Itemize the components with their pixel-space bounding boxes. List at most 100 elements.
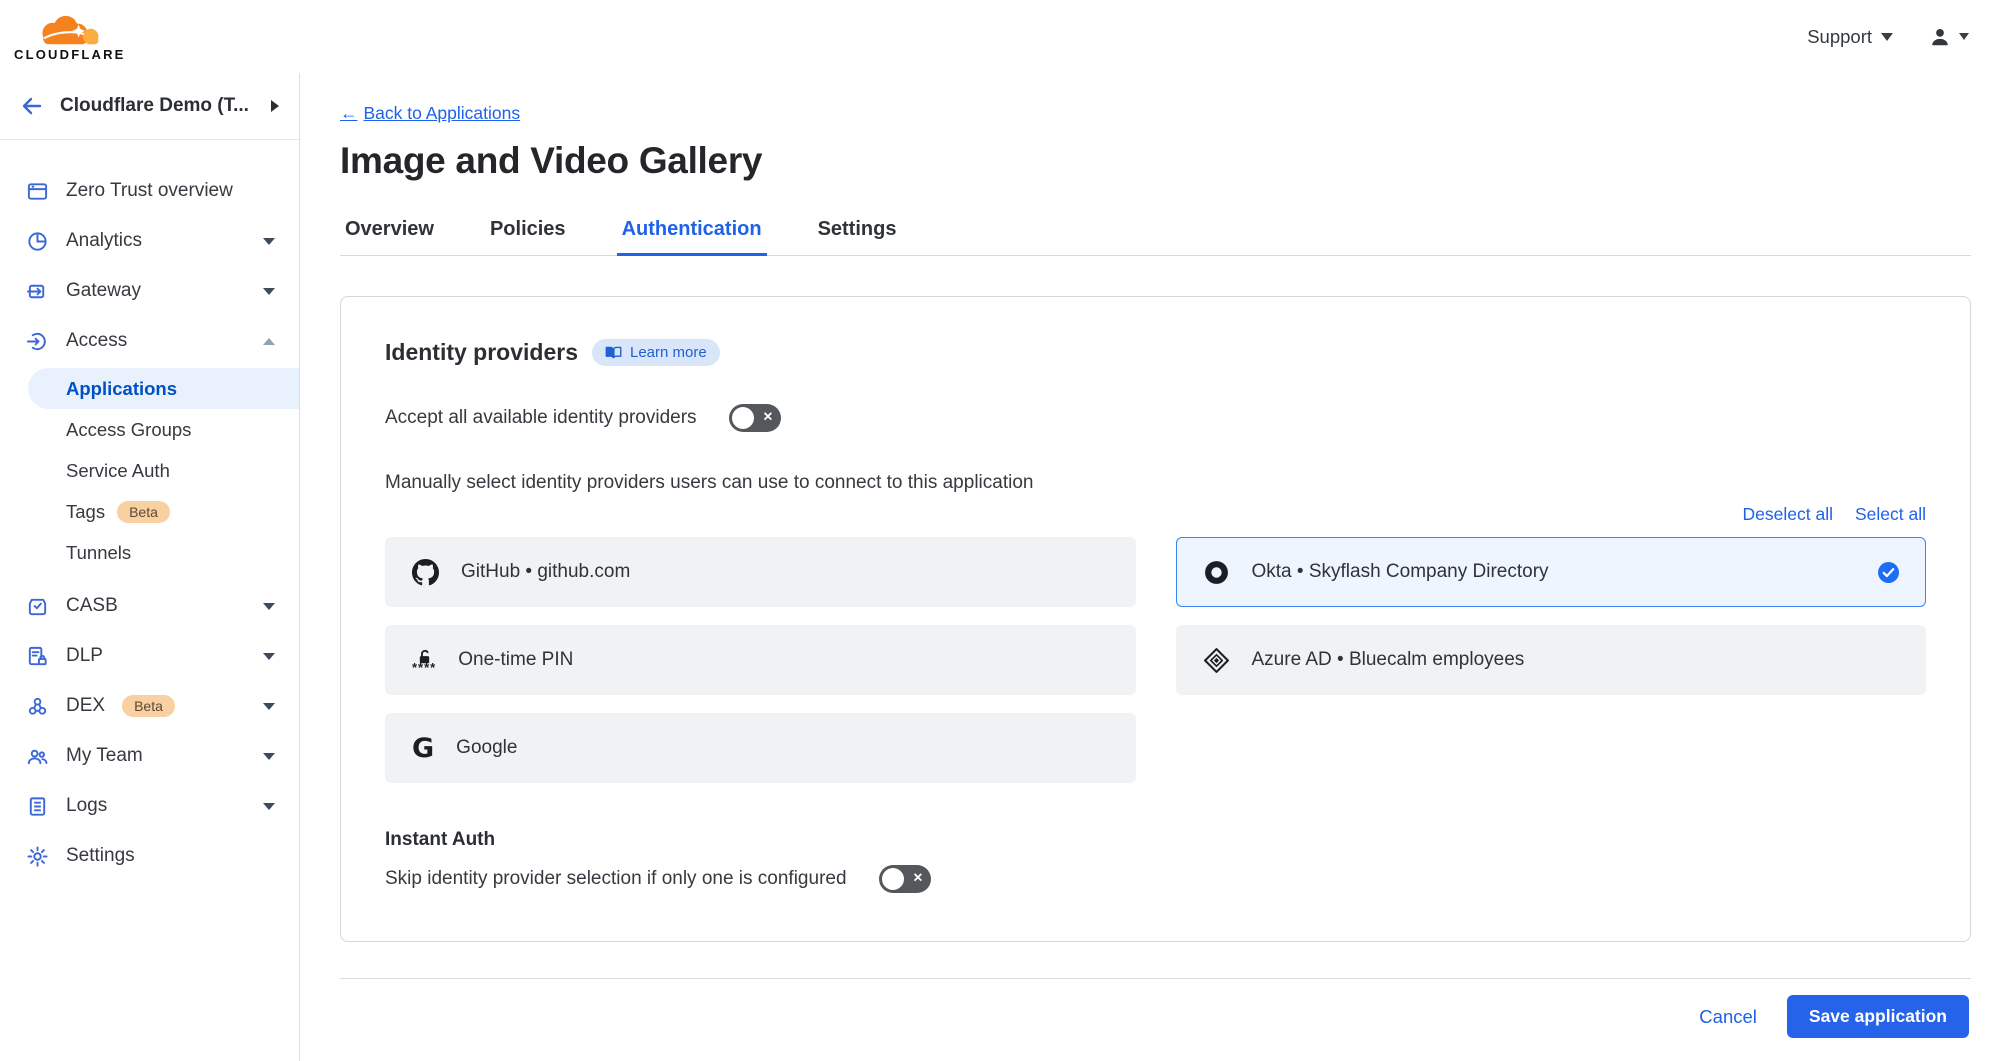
sidebar-item-my-team[interactable]: My Team	[0, 731, 299, 781]
sidebar-item-label: CASB	[66, 595, 118, 617]
tab-authentication[interactable]: Authentication	[617, 208, 767, 256]
sidebar-item-label: Tags	[66, 501, 105, 523]
sidebar-item-applications[interactable]: Applications	[28, 368, 299, 409]
toggle-knob	[732, 407, 754, 429]
gear-icon	[26, 845, 49, 868]
sidebar-item-zero-trust-overview[interactable]: Zero Trust overview	[0, 166, 299, 216]
deselect-all-link[interactable]: Deselect all	[1743, 504, 1833, 525]
sidebar-item-gateway[interactable]: Gateway	[0, 266, 299, 316]
chevron-down-icon	[1881, 33, 1893, 41]
sidebar-item-label: Tunnels	[66, 542, 131, 564]
provider-tile-okta[interactable]: Okta • Skyflash Company Directory	[1176, 537, 1927, 607]
people-icon	[26, 745, 49, 768]
identity-providers-card: Identity providers Learn more Accept all…	[340, 296, 1971, 942]
sidebar-item-tunnels[interactable]: Tunnels	[0, 532, 299, 573]
learn-more-badge[interactable]: Learn more	[592, 339, 720, 366]
azure-ad-icon	[1203, 647, 1230, 674]
instant-auth-toggle[interactable]: ×	[879, 865, 931, 893]
user-menu[interactable]	[1929, 26, 1969, 48]
sidebar-item-label: Access Groups	[66, 419, 191, 441]
provider-name: Google	[456, 737, 517, 759]
support-menu[interactable]: Support	[1807, 26, 1893, 48]
sidebar-item-label: Logs	[66, 795, 107, 817]
sidebar-item-service-auth[interactable]: Service Auth	[0, 450, 299, 491]
sidebar-item-label: Zero Trust overview	[66, 180, 233, 202]
chevron-down-icon	[263, 753, 275, 760]
beta-badge: Beta	[122, 695, 175, 717]
network-cluster-icon	[26, 695, 49, 718]
page-title: Image and Video Gallery	[340, 140, 1971, 182]
top-bar: CLOUDFLARE Support	[0, 0, 1999, 73]
card-title: Identity providers	[385, 339, 578, 366]
brand-wordmark: CLOUDFLARE	[14, 47, 126, 62]
gateway-icon	[26, 280, 49, 303]
toggle-knob	[882, 868, 904, 890]
cloudflare-logo: CLOUDFLARE	[14, 11, 126, 62]
chevron-down-icon	[263, 288, 275, 295]
user-icon	[1929, 26, 1951, 48]
sidebar-item-dex[interactable]: DEX Beta	[0, 681, 299, 731]
sidebar-item-label: Service Auth	[66, 460, 170, 482]
access-sub-list: Applications Access Groups Service Auth …	[0, 366, 299, 581]
sidebar-item-label: Settings	[66, 845, 135, 867]
provider-tile-github[interactable]: GitHub • github.com	[385, 537, 1136, 607]
chevron-right-icon[interactable]	[271, 100, 279, 112]
sidebar-item-casb[interactable]: CASB	[0, 581, 299, 631]
tab-settings[interactable]: Settings	[813, 208, 902, 256]
sidebar-item-label: DEX	[66, 695, 105, 717]
sidebar-nav: Zero Trust overview Analytics	[0, 140, 299, 881]
back-arrow-icon[interactable]	[20, 94, 44, 118]
sidebar-item-dlp[interactable]: DLP	[0, 631, 299, 681]
chevron-down-icon	[263, 238, 275, 245]
accept-all-toggle[interactable]: ×	[729, 404, 781, 432]
learn-more-label: Learn more	[630, 344, 707, 361]
selected-check-icon	[1878, 562, 1899, 583]
provider-name: Okta • Skyflash Company Directory	[1252, 561, 1549, 583]
support-label: Support	[1807, 26, 1872, 48]
provider-tile-one-time-pin[interactable]: **** One-time PIN	[385, 625, 1136, 695]
sidebar-item-tags[interactable]: Tags Beta	[0, 491, 299, 532]
provider-tile-google[interactable]: G Google	[385, 713, 1136, 783]
save-application-button[interactable]: Save application	[1787, 995, 1969, 1038]
sidebar-item-settings[interactable]: Settings	[0, 831, 299, 881]
cancel-button[interactable]: Cancel	[1699, 1006, 1757, 1028]
back-to-applications-link[interactable]: ← Back to Applications	[340, 103, 520, 124]
sidebar-account-header: Cloudflare Demo (T...	[0, 73, 299, 140]
tab-overview[interactable]: Overview	[340, 208, 439, 256]
sidebar-item-access[interactable]: Access	[0, 316, 299, 366]
instant-auth-label: Skip identity provider selection if only…	[385, 868, 847, 890]
provider-tile-azure-ad[interactable]: Azure AD • Bluecalm employees	[1176, 625, 1927, 695]
browser-window-icon	[26, 180, 49, 203]
chevron-down-icon	[263, 703, 275, 710]
chevron-down-icon	[263, 653, 275, 660]
sidebar-item-label: DLP	[66, 645, 103, 667]
toggle-x-icon: ×	[913, 871, 922, 887]
log-document-icon	[26, 795, 49, 818]
instant-auth-heading: Instant Auth	[385, 829, 1926, 851]
sidebar-item-label: Analytics	[66, 230, 142, 252]
sidebar-item-label: Access	[66, 330, 127, 352]
accept-all-label: Accept all available identity providers	[385, 407, 697, 429]
account-name[interactable]: Cloudflare Demo (T...	[60, 95, 255, 117]
sidebar-item-label: Gateway	[66, 280, 141, 302]
box-check-icon	[26, 595, 49, 618]
provider-name: GitHub • github.com	[461, 561, 630, 583]
manual-select-hint: Manually select identity providers users…	[385, 472, 1926, 494]
providers-grid: GitHub • github.com Okta • Skyflash Comp…	[385, 537, 1926, 783]
provider-name: One-time PIN	[458, 649, 573, 671]
pie-chart-icon	[26, 230, 49, 253]
sidebar-item-logs[interactable]: Logs	[0, 781, 299, 831]
otp-stars: ****	[412, 664, 436, 672]
sidebar-item-access-groups[interactable]: Access Groups	[0, 409, 299, 450]
chevron-down-icon	[1959, 33, 1969, 40]
okta-icon	[1203, 559, 1230, 586]
access-login-icon	[26, 330, 49, 353]
sidebar-item-analytics[interactable]: Analytics	[0, 216, 299, 266]
action-footer: Cancel Save application	[340, 978, 1971, 1056]
main-content: ← Back to Applications Image and Video G…	[300, 73, 1999, 1061]
select-all-link[interactable]: Select all	[1855, 504, 1926, 525]
book-icon	[605, 345, 622, 360]
sidebar-item-label: My Team	[66, 745, 143, 767]
beta-badge: Beta	[117, 501, 170, 523]
tab-policies[interactable]: Policies	[485, 208, 571, 256]
